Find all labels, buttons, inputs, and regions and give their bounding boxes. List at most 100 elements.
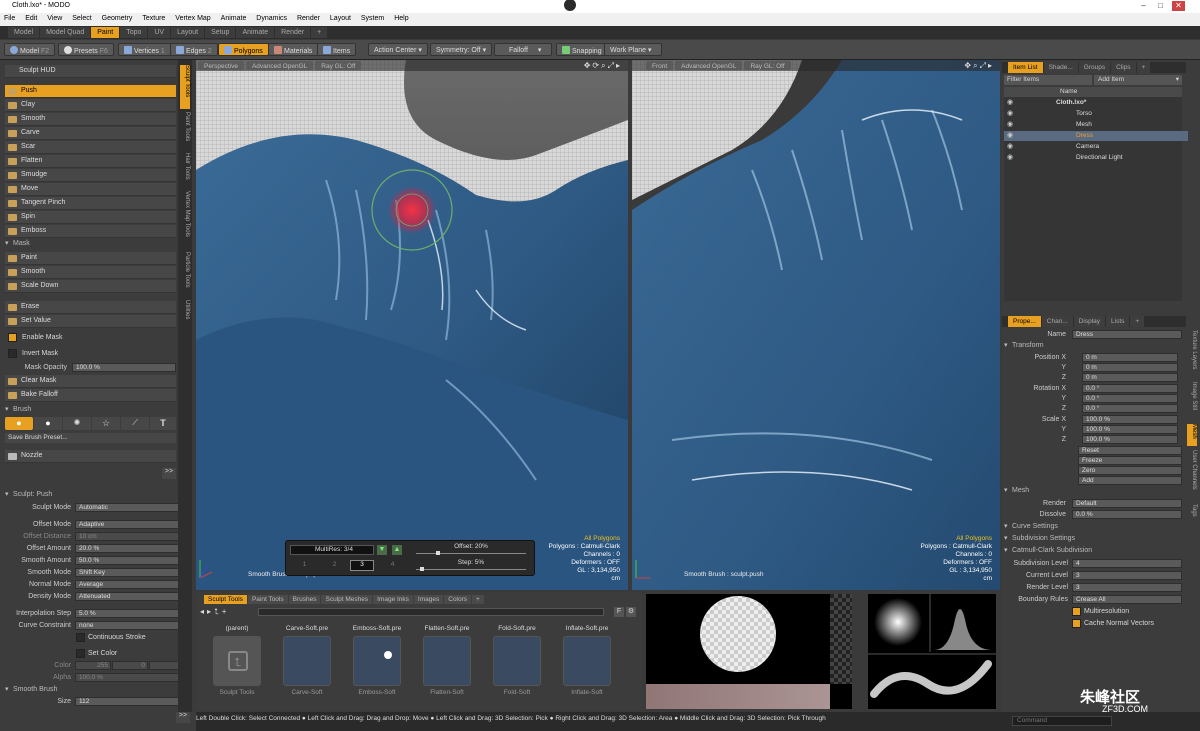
menu-help[interactable]: Help — [390, 13, 412, 22]
tab-model[interactable]: Model — [8, 27, 40, 38]
tab-paint-tools[interactable]: Paint Tools — [247, 595, 288, 604]
offset-mode-dropdown[interactable]: Adaptive — [75, 520, 187, 529]
color-g-field[interactable]: 0 — [112, 661, 148, 670]
tab-clips[interactable]: Clips — [1111, 62, 1136, 73]
vtab-sculpt-tools[interactable]: Sculpt Tools — [180, 65, 190, 109]
tab-model-quad[interactable]: Model Quad — [40, 27, 91, 38]
eye-icon[interactable]: ◉ — [1007, 154, 1015, 161]
vtab-mesh[interactable]: Mesh — [1187, 424, 1197, 446]
star-brush-icon[interactable]: ☆ — [92, 417, 120, 430]
tab-topo[interactable]: Topo — [120, 27, 148, 38]
tab-channels[interactable]: Chan... — [1041, 316, 1073, 327]
step-slider[interactable]: Step: 5% — [412, 559, 530, 573]
tree-row-dress[interactable]: ◉ Dress — [1004, 131, 1188, 141]
edges-button[interactable]: Edges 2 — [170, 43, 218, 56]
vtab-tags[interactable]: Tags — [1187, 504, 1197, 524]
mask-scale-down[interactable]: Scale Down — [5, 280, 176, 293]
menu-vertex-map[interactable]: Vertex Map — [171, 13, 214, 22]
mesh-header[interactable]: Mesh — [1004, 486, 1175, 497]
tab-render[interactable]: Render — [275, 27, 311, 38]
set-value-button[interactable]: Set Value — [5, 315, 176, 328]
offset-slider[interactable]: Offset: 20% — [412, 543, 530, 557]
command-input[interactable]: Command — [1012, 716, 1112, 726]
tool-clay[interactable]: Clay — [5, 99, 176, 112]
zero-dropdown[interactable]: Zero — [1078, 466, 1182, 475]
tab-animate[interactable]: Animate — [236, 27, 275, 38]
rotation-z-field[interactable]: 0.0 ° — [1082, 404, 1178, 413]
level-4-button[interactable]: 4 — [378, 561, 407, 572]
menu-geometry[interactable]: Geometry — [98, 13, 137, 22]
tool-smudge[interactable]: Smudge — [5, 169, 176, 182]
preset-fold-soft[interactable]: Fold-Soft.pre Fold-Soft — [488, 625, 546, 699]
menu-dynamics[interactable]: Dynamics — [252, 13, 291, 22]
minimize-button[interactable]: – — [1137, 1, 1150, 11]
position-z-field[interactable]: 0 m — [1082, 373, 1178, 382]
presets-button[interactable]: Presets F6 — [58, 43, 114, 56]
tool-emboss[interactable]: Emboss — [5, 225, 176, 238]
normal-mode-dropdown[interactable]: Average — [75, 580, 187, 589]
items-button[interactable]: Items — [317, 43, 357, 56]
viewport-nav-icons[interactable]: ✥⌕⤢▸ — [964, 61, 994, 71]
view-type-dropdown[interactable]: Perspective — [198, 61, 244, 70]
menu-layout[interactable]: Layout — [326, 13, 355, 22]
tree-row-torso[interactable]: ◉ Torso — [1004, 109, 1188, 119]
subdivision-level-field[interactable]: 4 — [1072, 559, 1182, 568]
gear-icon[interactable]: ⚙ — [626, 607, 636, 617]
preset-inflate-soft[interactable]: Inflate-Soft.pre Inflate-Soft — [558, 625, 616, 699]
tool-scar[interactable]: Scar — [5, 141, 176, 154]
tab-images[interactable]: Images — [413, 595, 444, 604]
preset-flatten-soft[interactable]: Flatten-Soft.pre Flatten-Soft — [418, 625, 476, 699]
vtab-particle-tools[interactable]: Particle Tools — [180, 252, 190, 296]
menu-texture[interactable]: Texture — [138, 13, 169, 22]
sculpt-hud-button[interactable]: Sculpt HUD — [5, 65, 176, 78]
eye-icon[interactable]: ◉ — [1007, 99, 1015, 106]
curve-settings-header[interactable]: Curve Settings — [1004, 522, 1175, 533]
vtab-image-still[interactable]: Image Still — [1187, 382, 1197, 420]
perspective-viewport[interactable]: Perspective Advanced OpenGL Ray GL: Off ✥⟳… — [196, 60, 628, 590]
ray-gl-toggle[interactable]: Ray GL: Off — [744, 61, 791, 70]
viewport-nav-icons[interactable]: ✥⟳⌕⤢▸ — [584, 61, 622, 71]
render-mode-dropdown[interactable]: Advanced OpenGL — [245, 61, 314, 70]
level-down-icon[interactable]: ▼ — [377, 545, 387, 555]
vtab-utilities[interactable]: Utilities — [180, 300, 190, 330]
smooth-amount-field[interactable]: 50.0 % — [75, 556, 187, 565]
image-brush-icon[interactable]: ⟋ — [121, 417, 149, 430]
invert-mask-checkbox[interactable] — [8, 349, 17, 358]
mask-paint[interactable]: Paint — [5, 252, 176, 265]
mask-section-header[interactable]: Mask — [5, 239, 176, 250]
enable-mask-checkbox[interactable] — [8, 333, 17, 342]
preset-emboss-soft[interactable]: Emboss-Soft.pre Emboss-Soft — [348, 625, 406, 699]
level-up-icon[interactable]: ▲ — [392, 545, 402, 555]
materials-button[interactable]: Materials — [268, 43, 319, 56]
clear-mask-button[interactable]: Clear Mask — [5, 375, 176, 388]
front-viewport[interactable]: Front Advanced OpenGL Ray GL: Off ✥⌕⤢▸ All… — [632, 60, 1000, 590]
tab-add[interactable]: + — [1136, 62, 1151, 73]
subdivision-settings-header[interactable]: Subdivision Settings — [1004, 534, 1175, 545]
eye-icon[interactable]: ◉ — [1007, 143, 1015, 150]
transform-header[interactable]: Transform — [1004, 341, 1175, 352]
symmetry-dropdown[interactable]: Symmetry: Off ▾ — [430, 43, 492, 56]
multiresolution-checkbox[interactable] — [1072, 607, 1081, 616]
tab-add[interactable]: + — [472, 595, 484, 604]
catmull-clark-header[interactable]: Catmull-Clark Subdivision — [1004, 546, 1175, 557]
filter-items-field[interactable]: Filter Items — [1004, 75, 1092, 85]
eye-icon[interactable]: ◉ — [1007, 132, 1015, 139]
tab-brushes[interactable]: Brushes — [288, 595, 321, 604]
eye-icon[interactable]: ◉ — [1007, 110, 1015, 117]
render-dropdown[interactable]: Default — [1072, 499, 1182, 508]
smooth-mode-dropdown[interactable]: Shift Key — [75, 568, 187, 577]
maximize-button[interactable]: □ — [1154, 1, 1167, 11]
tab-layout[interactable]: Layout — [171, 27, 205, 38]
tab-groups[interactable]: Groups — [1078, 62, 1111, 73]
tree-row-mesh[interactable]: ◉ Mesh — [1004, 120, 1188, 130]
size-field[interactable]: 112 — [75, 697, 187, 706]
scale-y-field[interactable]: 100.0 % — [1082, 425, 1178, 434]
tab-add[interactable]: + — [1130, 316, 1145, 327]
ray-gl-toggle[interactable]: Ray GL: Off — [315, 61, 362, 70]
name-field[interactable]: Dress — [1072, 330, 1182, 339]
tab-item-list[interactable]: Item List — [1008, 62, 1043, 73]
tool-move[interactable]: Move — [5, 183, 176, 196]
tab-lists[interactable]: Lists — [1106, 316, 1130, 327]
cache-normal-checkbox[interactable] — [1072, 619, 1081, 628]
brush-section-header[interactable]: Brush — [5, 405, 176, 416]
